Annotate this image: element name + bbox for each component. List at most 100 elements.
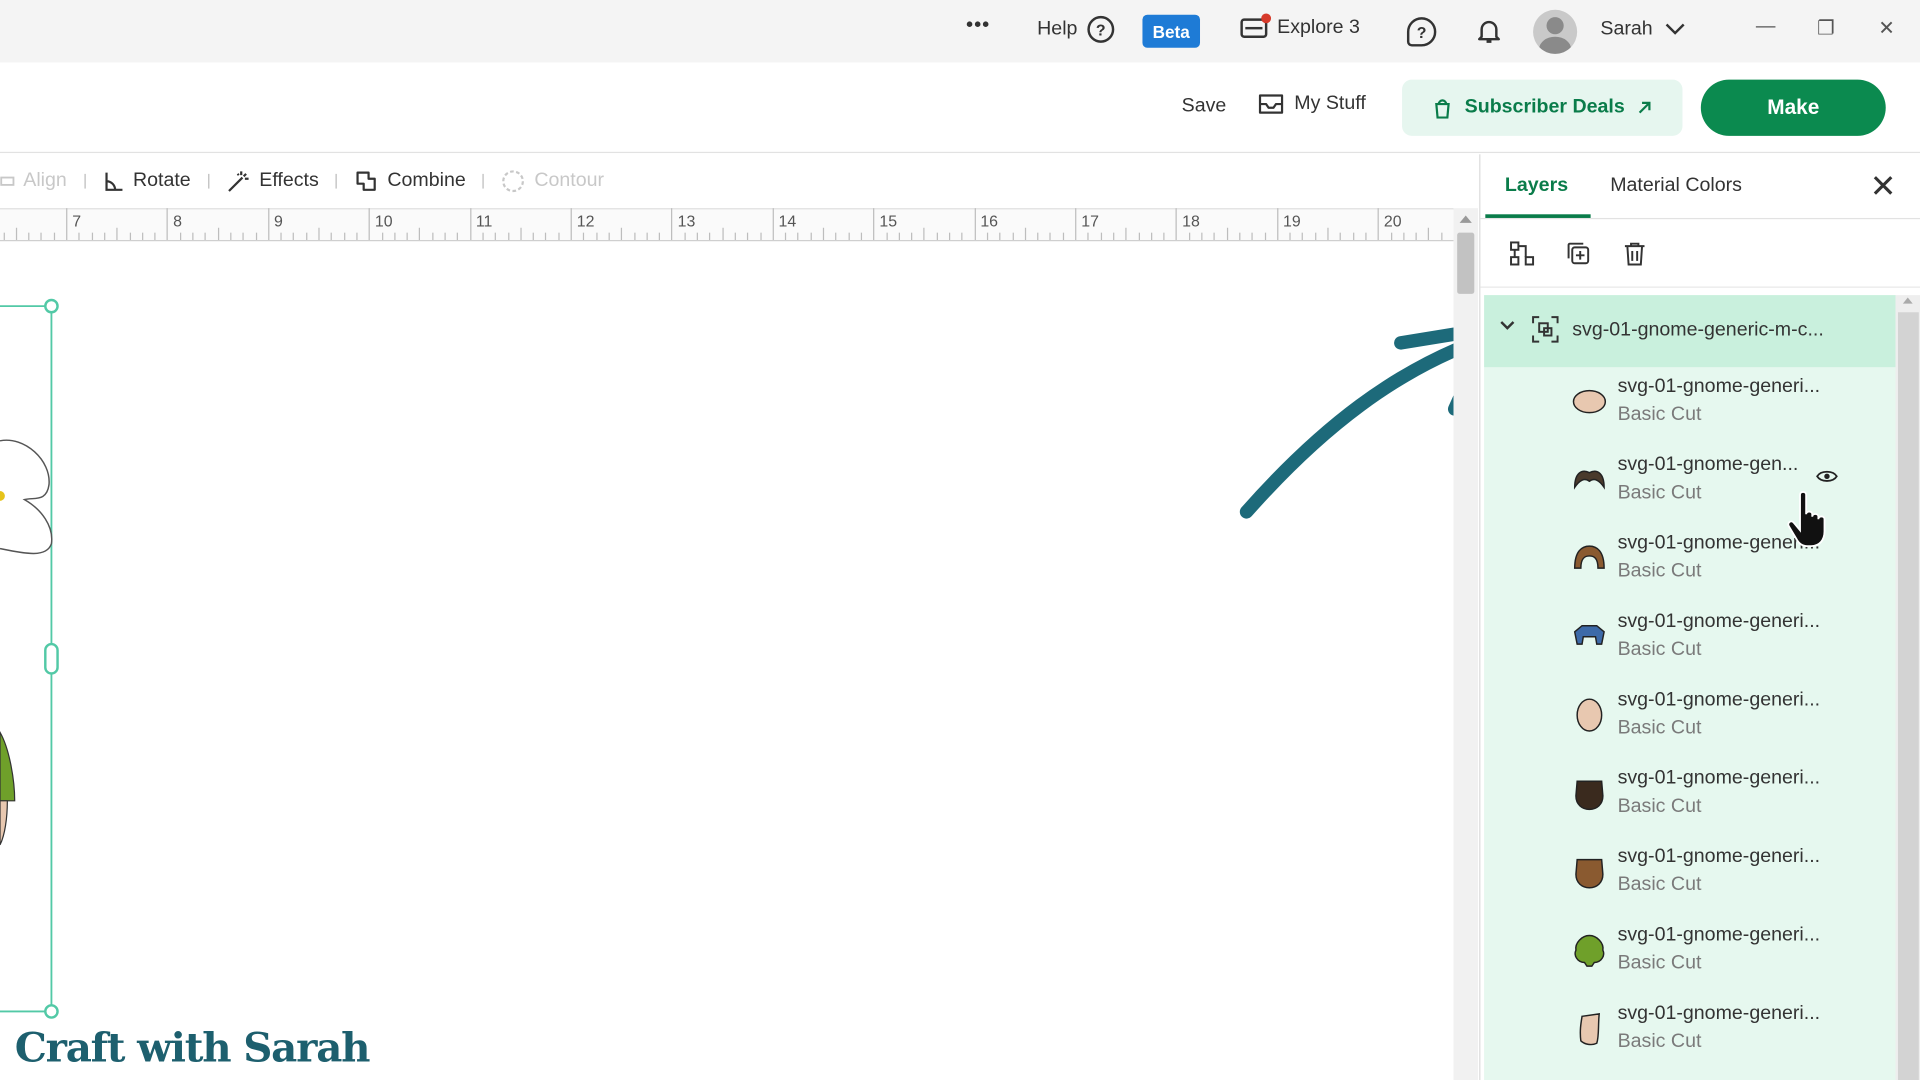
ruler-tick <box>431 232 434 241</box>
ruler-tick <box>78 232 80 241</box>
visibility-eye-icon[interactable] <box>1816 468 1838 490</box>
ruler-tick <box>179 232 181 241</box>
help-button[interactable]: Help ? <box>1037 15 1115 43</box>
layer-name: svg-01-gnome-generi... <box>1617 375 1821 397</box>
layer-row[interactable]: svg-01-gnome-generi... Basic Cut <box>1484 602 1895 680</box>
subscriber-deals-button[interactable]: Subscriber Deals <box>1402 79 1683 136</box>
layer-row[interactable]: svg-01-gnome-generi... Basic Cut <box>1484 681 1895 759</box>
ruler-tick <box>91 232 93 241</box>
design-canvas[interactable] <box>0 242 1499 1080</box>
machine-selector[interactable]: Explore 3 <box>1240 13 1360 39</box>
minimize-window-button[interactable]: — <box>1756 16 1776 38</box>
chevron-down-icon[interactable] <box>1499 320 1516 332</box>
contour-button[interactable]: Contour <box>484 168 621 192</box>
layer-row[interactable]: svg-01-gnome-generi... Basic Cut <box>1484 759 1895 837</box>
align-button[interactable]: Align <box>0 170 84 192</box>
selection-corner-handle[interactable] <box>44 298 59 314</box>
ruler-tick <box>230 232 232 241</box>
delete-layer-button[interactable] <box>1618 236 1652 270</box>
panel-tabs: Layers Material Colors ✕ <box>1480 154 1920 220</box>
layers-scrollbar[interactable] <box>1895 295 1920 1080</box>
chevron-down-icon <box>1665 23 1685 35</box>
ruler-tick <box>709 232 711 241</box>
ruler-tick <box>520 227 522 241</box>
notifications-button[interactable] <box>1474 16 1503 45</box>
support-button[interactable]: ? <box>1406 17 1437 47</box>
ruler-tick <box>911 232 913 241</box>
ruler-tick <box>66 208 68 241</box>
green-leaf-shape <box>0 731 16 802</box>
layer-operation: Basic Cut <box>1617 952 1702 974</box>
rotate-angle-icon <box>104 172 122 191</box>
combine-shapes-icon <box>356 170 377 191</box>
layer-row[interactable]: svg-01-gnome-generi... Basic Cut <box>1484 994 1895 1072</box>
my-stuff-button[interactable]: My Stuff <box>1258 93 1366 115</box>
ruler-tick <box>419 227 421 241</box>
duplicate-layer-button[interactable] <box>1561 236 1595 270</box>
scroll-up-arrow-icon[interactable] <box>1902 297 1913 304</box>
layer-name: svg-01-gnome-generi... <box>1617 924 1821 946</box>
group-nodes-icon <box>1510 241 1535 266</box>
mustache-shape-icon <box>1572 463 1606 497</box>
layer-row[interactable]: svg-01-gnome-generi... Basic Cut <box>1484 367 1895 445</box>
group-layers-button[interactable] <box>1505 236 1539 270</box>
ruler-tick <box>3 232 5 241</box>
ruler-tick <box>885 232 888 241</box>
effects-button[interactable]: Effects <box>209 168 336 192</box>
layer-group-row[interactable]: svg-01-gnome-generic-m-c... <box>1484 295 1896 368</box>
ruler-tick <box>785 232 787 241</box>
subscriber-deals-label: Subscriber Deals <box>1464 96 1625 118</box>
group-selection-icon <box>1532 316 1559 343</box>
ruler-tick <box>633 232 635 241</box>
layer-row[interactable]: svg-01-gnome-generi... Basic Cut <box>1484 916 1895 994</box>
close-panel-button[interactable]: ✕ <box>1870 170 1897 202</box>
rotate-button[interactable]: Rotate <box>85 170 208 192</box>
ruler-tick <box>204 232 207 241</box>
save-button[interactable]: Save <box>1182 96 1227 118</box>
layer-operation: Basic Cut <box>1617 404 1702 425</box>
ruler-tick <box>1087 232 1089 241</box>
ruler-tick <box>217 227 219 241</box>
title-bar: ••• Help ? Beta Explore 3 ? Sarah — ❐ ✕ <box>0 0 1920 63</box>
cutting-machine-icon <box>1240 13 1272 38</box>
ruler-label: 20 <box>1383 211 1402 231</box>
selection-corner-handle[interactable] <box>44 1004 59 1019</box>
ruler-tick <box>545 232 547 241</box>
ruler-tick <box>658 232 661 241</box>
scrollbar-thumb[interactable] <box>1897 312 1919 1080</box>
ruler-tick <box>936 232 938 241</box>
ruler-tick <box>28 232 30 241</box>
layer-row[interactable]: svg-01-gnome-generi... Basic Cut <box>1484 838 1895 916</box>
beard-shape-icon <box>1572 776 1606 811</box>
canvas-vertical-scrollbar[interactable] <box>1453 208 1478 1080</box>
user-menu[interactable]: Sarah <box>1600 18 1685 40</box>
scroll-up-arrow-icon[interactable] <box>1459 215 1472 223</box>
layer-name: svg-01-gnome-generi... <box>1617 1002 1821 1024</box>
shopping-bag-icon <box>1435 99 1450 119</box>
ruler-tick <box>1112 232 1115 241</box>
ruler-tick <box>570 208 572 241</box>
more-options-button[interactable]: ••• <box>966 15 990 37</box>
restore-window-button[interactable]: ❐ <box>1817 16 1835 40</box>
combine-button[interactable]: Combine <box>337 168 483 192</box>
ruler-tick <box>167 208 169 241</box>
ruler-tick <box>822 227 825 241</box>
ruler-tick <box>1175 208 1178 241</box>
ruler-tick <box>1163 232 1165 241</box>
avatar[interactable] <box>1533 9 1578 54</box>
close-window-button[interactable]: ✕ <box>1878 16 1894 40</box>
canvas-artwork <box>0 298 1499 1019</box>
tab-layers[interactable]: Layers <box>1505 175 1568 197</box>
my-stuff-label: My Stuff <box>1294 93 1366 114</box>
ruler-tick <box>116 227 118 241</box>
make-button[interactable]: Make <box>1700 79 1886 136</box>
scrollbar-thumb[interactable] <box>1457 232 1475 294</box>
ruler-tick <box>255 232 257 241</box>
beta-badge[interactable]: Beta <box>1142 14 1201 48</box>
selection-resize-handle[interactable] <box>44 642 59 675</box>
ruler-tick <box>923 227 925 241</box>
tab-material-colors[interactable]: Material Colors <box>1610 175 1742 197</box>
ruler-tick <box>1049 232 1052 241</box>
ruler-tick <box>621 227 623 241</box>
ruler-tick <box>154 232 156 241</box>
